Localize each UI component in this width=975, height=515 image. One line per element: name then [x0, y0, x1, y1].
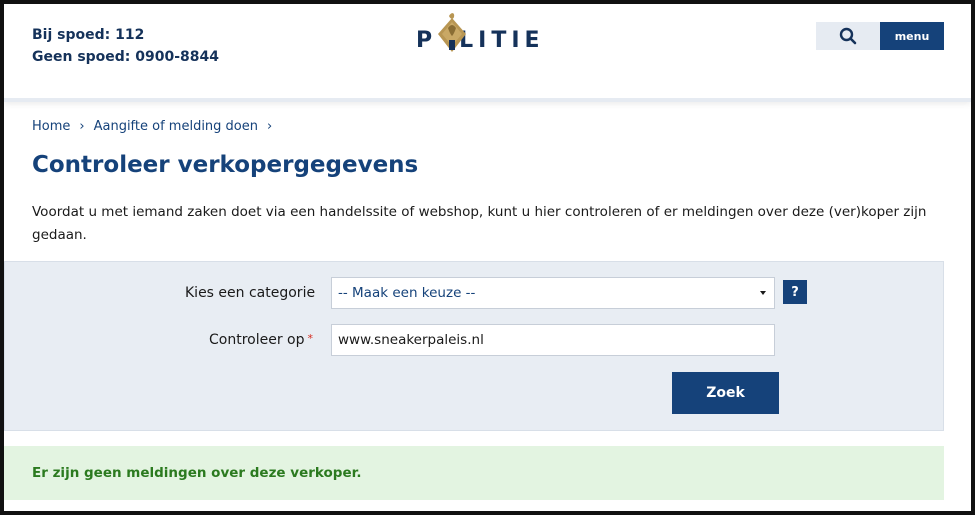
intro-text: Voordat u met iemand zaken doet via een …: [32, 204, 927, 243]
check-label: Controleer op *: [209, 332, 313, 348]
menu-button[interactable]: menu: [880, 22, 944, 50]
category-selected-value: -- Maak een keuze --: [338, 285, 476, 301]
police-emblem-icon: [438, 13, 466, 52]
result-message: Er zijn geen meldingen over deze verkope…: [4, 446, 944, 500]
header-divider: [4, 98, 971, 102]
breadcrumb-aangifte[interactable]: Aangifte of melding doen: [94, 119, 258, 134]
chevron-down-icon: [760, 291, 766, 295]
search-button[interactable]: [816, 22, 880, 50]
check-input[interactable]: [331, 324, 775, 356]
breadcrumb-separator: ›: [267, 119, 273, 134]
required-marker: *: [307, 332, 314, 345]
politie-logo[interactable]: P LITIE: [416, 12, 556, 62]
non-emergency-line: Geen spoed: 0900-8844: [32, 49, 220, 65]
help-button[interactable]: ?: [783, 280, 807, 304]
category-select[interactable]: -- Maak een keuze --: [331, 277, 775, 309]
category-label: Kies een categorie: [185, 285, 316, 301]
breadcrumb-home[interactable]: Home: [32, 119, 70, 134]
page-title: Controleer verkopergegevens: [32, 152, 419, 178]
breadcrumb-separator: ›: [79, 119, 85, 134]
emergency-line-112: Bij spoed: 112: [32, 27, 145, 43]
emergency-numbers: Bij spoed: 112 Geen spoed: 0900-8844: [32, 24, 219, 68]
breadcrumb: Home › Aangifte of melding doen ›: [32, 119, 281, 134]
search-submit-button[interactable]: Zoek: [672, 372, 779, 414]
search-icon: [839, 27, 857, 45]
